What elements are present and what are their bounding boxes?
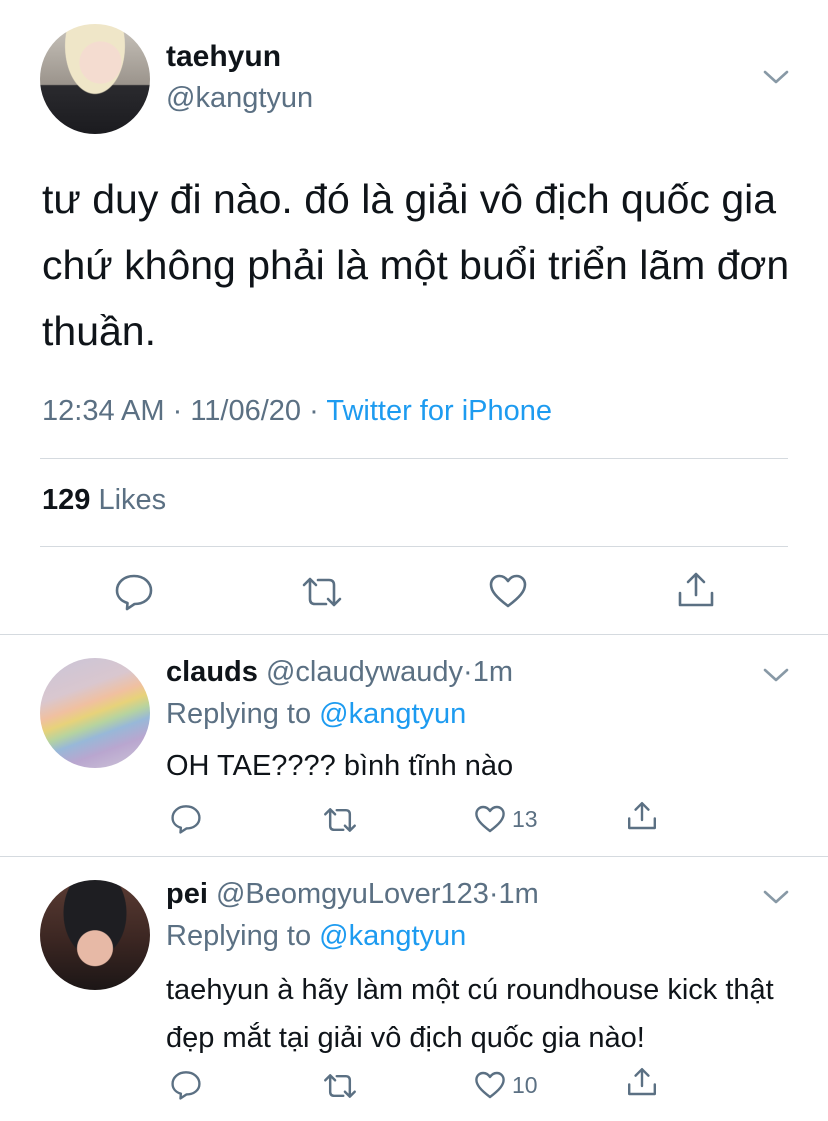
mention-link[interactable]: @kangtyun bbox=[319, 920, 466, 952]
tweet-time: 12:34 AM bbox=[42, 395, 165, 427]
comment-icon bbox=[171, 1071, 201, 1100]
reply-button[interactable] bbox=[114, 573, 154, 611]
retweet-icon bbox=[324, 1074, 356, 1098]
retweet-icon bbox=[302, 577, 342, 607]
like-count: 10 bbox=[512, 1071, 538, 1098]
reply-button[interactable] bbox=[170, 1070, 202, 1100]
tweet-meta: 12:34 AM · 11/06/20 · Twitter for iPhone bbox=[42, 395, 552, 428]
retweet-button[interactable] bbox=[300, 575, 344, 609]
mention-link[interactable]: @kangtyun bbox=[319, 698, 466, 730]
tweet-text: tư duy đi nào. đó là giải vô địch quốc g… bbox=[42, 176, 790, 354]
handle[interactable]: @kangtyun bbox=[166, 82, 313, 115]
share-icon bbox=[678, 572, 714, 607]
retweet-button[interactable] bbox=[322, 806, 358, 834]
retweet-button[interactable] bbox=[322, 1072, 358, 1100]
meta-separator: · bbox=[309, 395, 319, 427]
likes-count: 129 bbox=[42, 484, 91, 516]
handle[interactable]: @claudywaudy bbox=[266, 656, 463, 688]
like-button[interactable] bbox=[488, 573, 528, 609]
divider bbox=[40, 546, 788, 547]
comment-icon bbox=[171, 805, 201, 834]
meta-separator: · bbox=[488, 878, 499, 910]
divider bbox=[40, 458, 788, 459]
like-button[interactable]: 13 bbox=[474, 804, 538, 834]
heart-icon bbox=[475, 805, 505, 833]
share-icon bbox=[628, 801, 656, 830]
heart-icon bbox=[475, 1071, 505, 1099]
reply-header: clauds @claudywaudy·1m bbox=[166, 656, 513, 689]
reply-tweet[interactable]: pei @BeomgyuLover123·1m Replying to @kan… bbox=[0, 856, 828, 1121]
display-name[interactable]: clauds bbox=[166, 656, 258, 688]
avatar[interactable] bbox=[40, 880, 150, 990]
retweet-icon bbox=[324, 808, 356, 832]
comment-icon bbox=[115, 574, 153, 611]
share-button[interactable] bbox=[626, 1066, 658, 1098]
chevron-down-icon[interactable] bbox=[762, 888, 790, 906]
avatar[interactable] bbox=[40, 24, 150, 134]
like-button[interactable]: 10 bbox=[474, 1070, 538, 1100]
replying-label: Replying to bbox=[166, 698, 312, 730]
reply-button[interactable] bbox=[170, 804, 202, 834]
reply-text: taehyun à hãy làm một cú roundhouse kick… bbox=[166, 974, 774, 1054]
reply-tweet[interactable]: clauds @claudywaudy·1m Replying to @kang… bbox=[0, 634, 828, 856]
meta-separator: · bbox=[463, 656, 473, 688]
share-button[interactable] bbox=[676, 571, 716, 609]
chevron-down-icon[interactable] bbox=[762, 666, 790, 684]
like-count: 13 bbox=[512, 805, 538, 832]
share-button[interactable] bbox=[626, 800, 658, 832]
heart-icon bbox=[489, 574, 527, 608]
tweet-source-link[interactable]: Twitter for iPhone bbox=[326, 395, 552, 427]
tweet-date: 11/06/20 bbox=[190, 395, 302, 427]
main-tweet: taehyun @kangtyun tư duy đi nào. đó là g… bbox=[0, 0, 828, 634]
chevron-down-icon[interactable] bbox=[762, 68, 790, 86]
share-icon bbox=[628, 1068, 656, 1096]
replying-to: Replying to @kangtyun bbox=[166, 920, 466, 953]
time-ago: 1m bbox=[472, 656, 514, 688]
handle[interactable]: @BeomgyuLover123 bbox=[216, 878, 489, 910]
display-name[interactable]: pei bbox=[166, 878, 208, 910]
replying-label: Replying to bbox=[166, 920, 312, 952]
avatar[interactable] bbox=[40, 658, 150, 768]
likes-stat[interactable]: 129 Likes bbox=[42, 484, 166, 517]
likes-label: Likes bbox=[98, 484, 167, 516]
replying-to: Replying to @kangtyun bbox=[166, 698, 466, 731]
display-name[interactable]: taehyun bbox=[166, 40, 281, 74]
meta-separator: · bbox=[172, 395, 183, 427]
time-ago: 1m bbox=[498, 878, 539, 910]
reply-text: OH TAE???? bình tĩnh nào bbox=[166, 750, 514, 782]
reply-header: pei @BeomgyuLover123·1m bbox=[166, 878, 539, 911]
